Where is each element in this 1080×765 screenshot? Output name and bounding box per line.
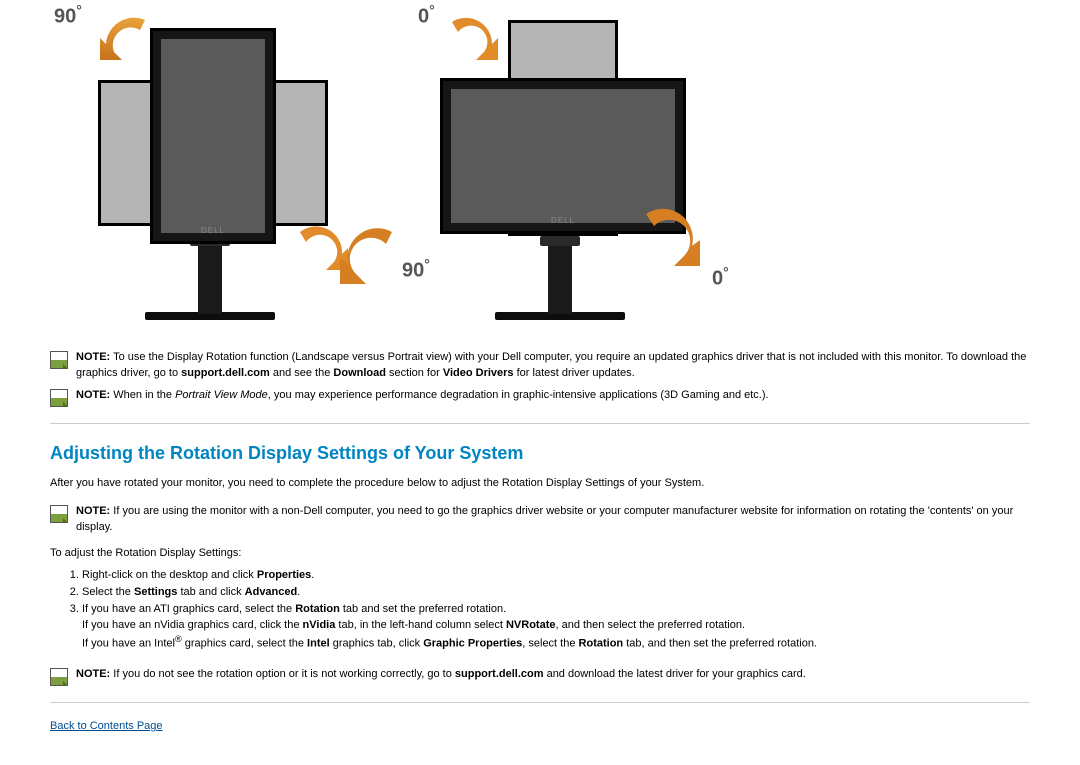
rotation-figures: 90 DELL 90 0 [50,0,1030,330]
label-90-top: 90 [54,0,82,32]
arrow-cw-top-icon [442,8,502,63]
note-text: NOTE: If you are using the monitor with … [76,504,1030,536]
back-link-row: Back to Contents Page [50,719,1030,735]
arrow-ccw-lower-icon [330,218,410,293]
note-text: NOTE: When in the Portrait View Mode, yo… [76,388,1030,404]
step-2: Select the Settings tab and click Advanc… [82,585,1030,601]
back-to-contents-link[interactable]: Back to Contents Page [50,720,163,732]
note-missing-option: NOTE: If you do not see the rotation opt… [50,667,1030,686]
note-icon [50,389,68,407]
divider [50,702,1030,703]
steps-intro: To adjust the Rotation Display Settings: [50,546,1030,562]
label-0-bottom: 0 [712,262,729,294]
arrow-cw-lower-icon [630,200,710,275]
intro-text: After you have rotated your monitor, you… [50,476,1030,492]
figure-90deg: 90 DELL 90 [50,0,340,330]
step-1: Right-click on the desktop and click Pro… [82,568,1030,584]
note-icon [50,351,68,369]
note-text: NOTE: If you do not see the rotation opt… [76,667,1030,683]
figure-0deg: 0 DELL 0 [400,0,690,330]
note-icon [50,505,68,523]
note-text: NOTE: To use the Display Rotation functi… [76,350,1030,382]
note-portrait-perf: NOTE: When in the Portrait View Mode, yo… [50,388,1030,407]
steps-list: Right-click on the desktop and click Pro… [50,568,1030,653]
note-driver-required: NOTE: To use the Display Rotation functi… [50,350,1030,382]
label-0-top: 0 [418,0,435,32]
section-heading: Adjusting the Rotation Display Settings … [50,440,1030,466]
note-icon [50,668,68,686]
dell-logo: DELL [201,225,225,237]
divider [50,423,1030,424]
dell-logo-2: DELL [551,215,575,227]
note-non-dell: NOTE: If you are using the monitor with … [50,504,1030,536]
step-3: If you have an ATI graphics card, select… [82,602,1030,653]
